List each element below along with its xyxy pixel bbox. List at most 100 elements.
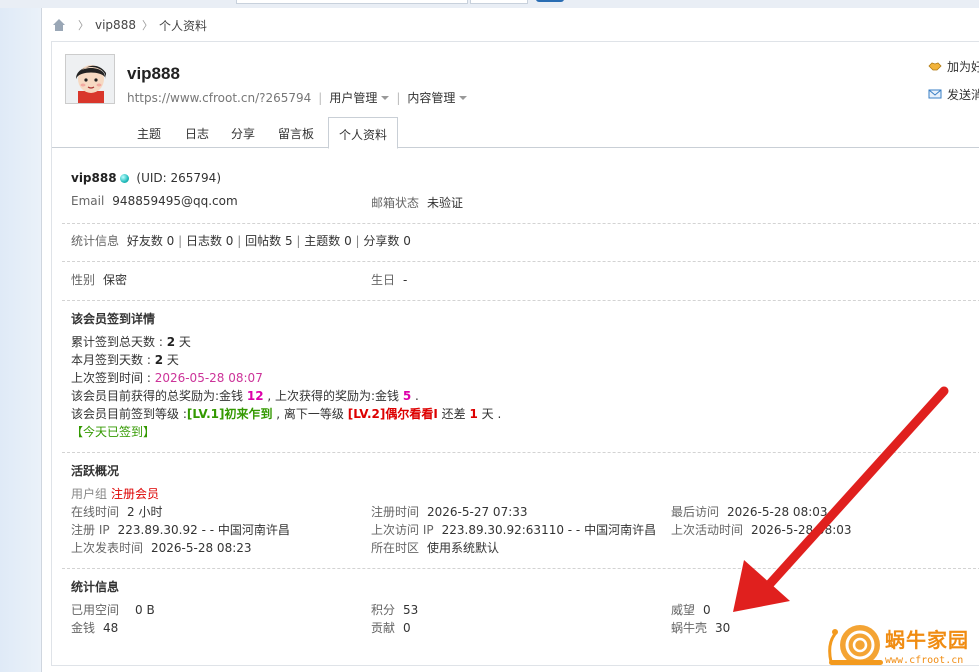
usergroup-line: 用户组 注册会员 bbox=[71, 485, 159, 502]
last-post-label: 上次发表时间 bbox=[71, 541, 144, 555]
tab-profile[interactable]: 个人资料 bbox=[328, 117, 399, 149]
activity-cell: 上次发表时间 2026-5-28 08:23 bbox=[71, 539, 252, 556]
reg-time-label: 注册时间 bbox=[371, 505, 420, 519]
signin-month-unit: 天 bbox=[163, 353, 179, 367]
member-uid: (UID: 265794) bbox=[136, 171, 221, 185]
member-name-line: vip888 (UID: 265794) bbox=[71, 171, 221, 185]
email-status-label: 邮箱状态 bbox=[371, 196, 420, 210]
signin-total-value: 2 bbox=[166, 335, 176, 349]
tab-share[interactable]: 分享 bbox=[231, 125, 255, 142]
points-value: 53 bbox=[403, 603, 419, 617]
member-name: vip888 bbox=[71, 171, 117, 185]
signin-reward-text: 该会员目前获得的总奖励为:金钱 bbox=[71, 389, 247, 403]
stat-friends[interactable]: 好友数 0 bbox=[127, 234, 174, 248]
signin-level-text: 还差 bbox=[437, 407, 470, 421]
breadcrumb-item-user[interactable]: vip888 bbox=[95, 18, 136, 32]
search-input[interactable] bbox=[236, 0, 468, 4]
home-icon[interactable] bbox=[52, 19, 66, 31]
signin-level-next: [LV.2]偶尔看看I bbox=[347, 407, 438, 421]
stats-line: 统计信息 好友数 0 | 日志数 0 | 回帖数 5 | 主题数 0 | 分享数… bbox=[71, 232, 411, 249]
user-manage-label: 用户管理 bbox=[329, 91, 378, 105]
watermark-text: 蜗牛家园 bbox=[885, 628, 969, 652]
chevron-down-icon bbox=[381, 95, 390, 100]
stat-replies[interactable]: 回帖数 5 bbox=[245, 234, 292, 248]
signin-last-line: 上次签到时间 : 2026-05-28 08:07 bbox=[71, 369, 263, 386]
watermark-site: www.cfroot.cn bbox=[885, 655, 964, 666]
stats-cell: 蜗牛壳 30 bbox=[671, 619, 730, 636]
last-ip-label: 上次访问 IP bbox=[371, 523, 434, 537]
content-manage-menu[interactable]: 内容管理 bbox=[407, 89, 468, 106]
used-space-label: 已用空间 bbox=[71, 603, 120, 617]
chevron-down-icon bbox=[459, 95, 468, 100]
divider bbox=[62, 223, 979, 224]
usergroup-value[interactable]: 注册会员 bbox=[111, 487, 159, 501]
signin-month-line: 本月签到天数 : 2 天 bbox=[71, 351, 179, 368]
last-visit-value: 2026-5-28 08:03 bbox=[727, 505, 828, 519]
signin-level-text: 天 . bbox=[477, 407, 502, 421]
last-post-value: 2026-5-28 08:23 bbox=[151, 541, 252, 555]
stat-blogs[interactable]: 日志数 0 bbox=[186, 234, 233, 248]
search-type-select[interactable] bbox=[470, 0, 528, 4]
signin-total-unit: 天 bbox=[175, 335, 191, 349]
add-friend-button[interactable]: 加为好 bbox=[928, 59, 979, 74]
divider: | bbox=[318, 90, 323, 105]
email-value: 948859495@qq.com bbox=[112, 194, 238, 208]
divider: | bbox=[237, 234, 246, 248]
gender-value: 保密 bbox=[103, 273, 128, 287]
watermark-logo: 蜗牛家园 www.cfroot.cn bbox=[823, 622, 979, 672]
last-visit-label: 最后访问 bbox=[671, 505, 720, 519]
used-space-value: 0 B bbox=[135, 603, 155, 617]
birthday-label: 生日 bbox=[371, 273, 396, 287]
birthday-value: - bbox=[403, 273, 408, 287]
signin-month-value: 2 bbox=[154, 353, 164, 367]
birthday-line: 生日 - bbox=[371, 271, 407, 288]
last-active-value: 2026-5-28 08:03 bbox=[751, 523, 852, 537]
breadcrumb-separator: 〉 bbox=[78, 19, 89, 32]
email-line: Email 948859495@qq.com bbox=[71, 194, 238, 208]
user-manage-menu[interactable]: 用户管理 bbox=[329, 89, 390, 106]
divider: | bbox=[396, 90, 401, 105]
timezone-value: 使用系统默认 bbox=[427, 541, 500, 555]
profile-url[interactable]: https://www.cfroot.cn/?265794 bbox=[127, 91, 311, 105]
send-message-button[interactable]: 发送消 bbox=[928, 87, 979, 102]
avatar[interactable] bbox=[65, 54, 115, 104]
signin-reward-total: 12 bbox=[246, 389, 264, 403]
usergroup-label: 用户组 bbox=[71, 487, 108, 501]
stats-cell: 积分 53 bbox=[371, 601, 418, 618]
send-message-label: 发送消 bbox=[947, 87, 979, 102]
tab-threads[interactable]: 主题 bbox=[137, 125, 161, 142]
email-label: Email bbox=[71, 194, 105, 208]
avatar-cartoon-icon bbox=[66, 55, 114, 103]
signin-reward-last: 5 bbox=[402, 389, 412, 403]
content-manage-label: 内容管理 bbox=[407, 91, 456, 105]
stat-shares[interactable]: 分享数 0 bbox=[363, 234, 410, 248]
signin-total-line: 累计签到总天数 : 2 天 bbox=[71, 333, 191, 350]
stat-threads[interactable]: 主题数 0 bbox=[304, 234, 351, 248]
divider bbox=[62, 300, 979, 301]
signin-level-text: , 离下一等级 bbox=[272, 407, 348, 421]
search-button[interactable] bbox=[536, 0, 564, 2]
online-status-icon bbox=[119, 174, 129, 183]
divider bbox=[62, 452, 979, 453]
tab-guestbook[interactable]: 留言板 bbox=[278, 125, 314, 142]
activity-cell: 注册时间 2026-5-27 07:33 bbox=[371, 503, 528, 520]
snail-shell-value: 30 bbox=[715, 621, 731, 635]
activity-cell: 注册 IP 223.89.30.92 - - 中国河南许昌 bbox=[71, 521, 290, 538]
signin-total-label: 累计签到总天数 : bbox=[71, 335, 167, 349]
stats-cell: 威望 0 bbox=[671, 601, 711, 618]
signin-title: 该会员签到详情 bbox=[71, 312, 156, 326]
contribution-value: 0 bbox=[403, 621, 411, 635]
tab-blog[interactable]: 日志 bbox=[185, 125, 209, 142]
signin-reward-text: , 上次获得的奖励为:金钱 bbox=[263, 389, 403, 403]
profile-tabs: 主题 日志 分享 留言板 个人资料 bbox=[52, 117, 979, 149]
signin-reward-text: . bbox=[411, 389, 419, 403]
breadcrumb-item-profile[interactable]: 个人资料 bbox=[159, 17, 207, 34]
snail-shell-label: 蜗牛壳 bbox=[671, 621, 708, 635]
reg-ip-value: 223.89.30.92 - - 中国河南许昌 bbox=[117, 523, 290, 537]
last-ip-value: 223.89.30.92:63110 - - 中国河南许昌 bbox=[441, 523, 657, 537]
reg-time-value: 2026-5-27 07:33 bbox=[427, 505, 528, 519]
activity-cell: 最后访问 2026-5-28 08:03 bbox=[671, 503, 828, 520]
activity-cell: 上次访问 IP 223.89.30.92:63110 - - 中国河南许昌 bbox=[371, 521, 656, 538]
mail-icon bbox=[928, 89, 942, 99]
activity-cell: 上次活动时间 2026-5-28 08:03 bbox=[671, 521, 852, 538]
